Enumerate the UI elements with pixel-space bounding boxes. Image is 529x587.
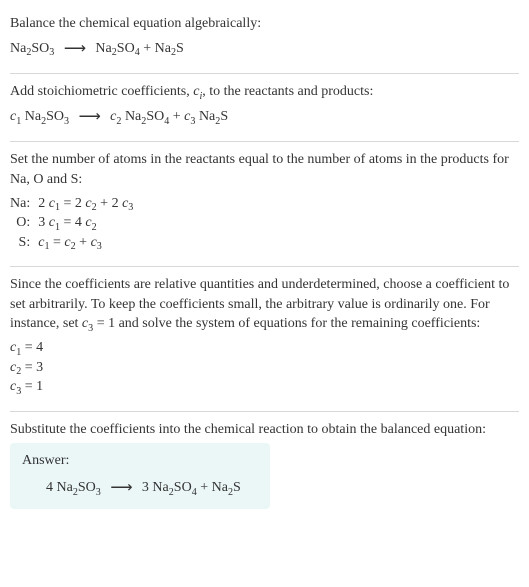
instruction-solve: Since the coefficients are relative quan… <box>10 275 519 334</box>
species-na2s: Na2S <box>155 41 184 56</box>
divider <box>10 73 519 74</box>
equation-with-coefficients: c1 Na2SO3 ⟶ c2 Na2SO4 + c3 Na2S <box>10 106 519 128</box>
answer-box: Answer: 4 Na2SO3 ⟶ 3 Na2SO4 + Na2S <box>10 443 270 508</box>
arrow-icon: ⟶ <box>104 477 138 499</box>
species-na2s: Na2S <box>199 109 228 124</box>
element-label-s: S: <box>10 233 38 253</box>
instruction-coefficients: Add stoichiometric coefficients, ci, to … <box>10 82 519 102</box>
equation-na: 2 c1 = 2 c2 + 2 c3 <box>38 194 139 214</box>
equation-s: c1 = c2 + c3 <box>38 233 139 253</box>
section-atom-balance: Set the number of atoms in the reactants… <box>10 144 519 264</box>
table-row: S: c1 = c2 + c3 <box>10 233 139 253</box>
answer-label: Answer: <box>22 451 258 471</box>
species-na2so3: Na2SO3 <box>10 41 54 56</box>
section-balance: Balance the chemical equation algebraica… <box>10 8 519 71</box>
equation-o: 3 c1 = 4 c2 <box>38 213 139 233</box>
atom-balance-table: Na: 2 c1 = 2 c2 + 2 c3 O: 3 c1 = 4 c2 S:… <box>10 194 139 253</box>
balanced-equation: 4 Na2SO3 ⟶ 3 Na2SO4 + Na2S <box>22 477 258 499</box>
coefficient-c1: c1 = 4 <box>10 338 519 358</box>
species-na2so4: Na2SO4 <box>125 109 169 124</box>
species-na2so4: Na2SO4 <box>95 41 139 56</box>
species-na2so3: Na2SO3 <box>25 109 69 124</box>
coefficient-c2: c2 = 3 <box>10 358 519 378</box>
table-row: O: 3 c1 = 4 c2 <box>10 213 139 233</box>
plus-sign: + <box>143 41 154 56</box>
section-answer: Substitute the coefficients into the che… <box>10 414 519 521</box>
section-coefficients: Add stoichiometric coefficients, ci, to … <box>10 76 519 139</box>
divider <box>10 411 519 412</box>
divider <box>10 141 519 142</box>
instruction-atom-balance: Set the number of atoms in the reactants… <box>10 150 519 189</box>
species-na2so4: Na2SO4 <box>152 480 196 495</box>
element-label-o: O: <box>10 213 38 233</box>
arrow-icon: ⟶ <box>73 106 107 128</box>
section-solve: Since the coefficients are relative quan… <box>10 269 519 409</box>
element-label-na: Na: <box>10 194 38 214</box>
instruction-balance: Balance the chemical equation algebraica… <box>10 14 519 34</box>
species-na2so3: Na2SO3 <box>57 480 101 495</box>
table-row: Na: 2 c1 = 2 c2 + 2 c3 <box>10 194 139 214</box>
instruction-substitute: Substitute the coefficients into the che… <box>10 420 519 440</box>
species-na2s: Na2S <box>212 480 241 495</box>
coefficient-c3: c3 = 1 <box>10 377 519 397</box>
equation-unbalanced: Na2SO3 ⟶ Na2SO4 + Na2S <box>10 38 519 60</box>
divider <box>10 266 519 267</box>
arrow-icon: ⟶ <box>58 38 92 60</box>
coefficient-solution-list: c1 = 4 c2 = 3 c3 = 1 <box>10 338 519 397</box>
